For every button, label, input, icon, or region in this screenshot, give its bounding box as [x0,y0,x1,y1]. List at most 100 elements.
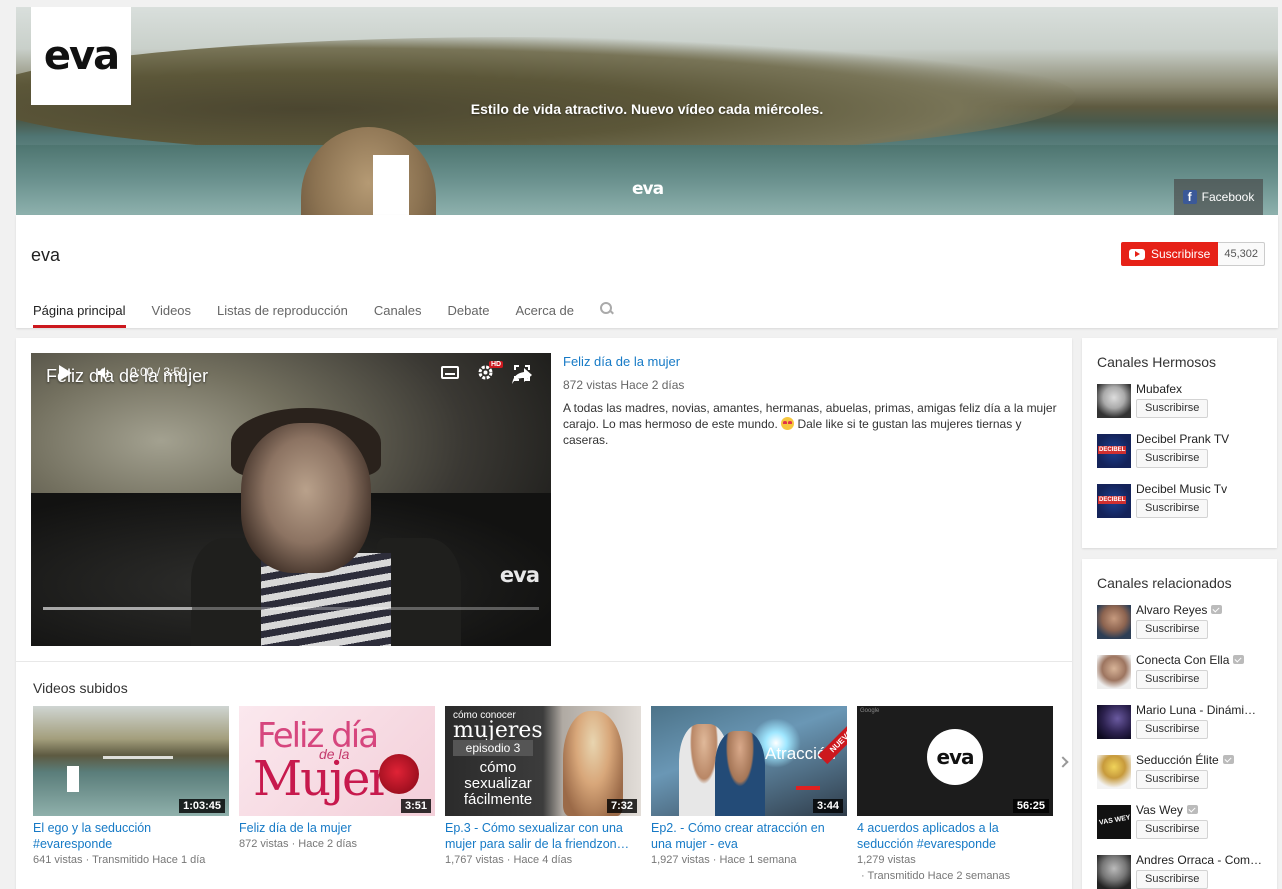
video-thumbnail[interactable]: Google eva 56:25 [857,706,1053,816]
video-meta: 1,279 vistas [857,854,916,866]
tab-videos[interactable]: Videos [152,297,192,328]
video-title[interactable]: Feliz día de la mujer [239,820,435,836]
featured-video-meta: 872 vistas Hace 2 días [563,378,685,392]
related-channels-title: Canales relacionados [1097,575,1232,591]
uploads-section-title[interactable]: Videos subidos [33,680,128,696]
tab-playlists[interactable]: Listas de reproducción [217,297,348,328]
channel-item-name[interactable]: Seducción Élite [1136,753,1234,767]
verified-icon [1186,805,1198,814]
subscribe-widget: Suscribirse 45,302 [1121,242,1266,266]
channel-item: Vas Wey Suscribirse [1097,803,1272,845]
channel-item-label: Alvaro Reyes [1136,603,1208,617]
video-card[interactable]: 1:03:45 El ego y la seducción #evarespon… [33,706,229,868]
channel-item: Mario Luna - Dinámi… Suscribirse [1097,703,1272,745]
video-title[interactable]: 4 acuerdos aplicados a la seducción #eva… [857,820,1053,852]
progress-bar[interactable] [43,607,539,610]
video-duration: 3:44 [812,799,843,813]
chevron-right-icon[interactable] [1057,756,1069,768]
avatar[interactable] [1097,384,1131,418]
avatar[interactable] [1097,605,1131,639]
video-card[interactable]: cómo conocer mujeres episodio 3 cómo sex… [445,706,641,868]
subscribe-button[interactable]: Suscribirse [1136,670,1209,689]
channel-item-name[interactable]: Vas Wey [1136,803,1198,817]
channel-name: eva [31,245,61,265]
tab-home[interactable]: Página principal [33,297,126,328]
video-meta: 641 vistas · Transmitido Hace 1 día [33,854,206,866]
video-title[interactable]: Ep.3 - Cómo sexualizar con una mujer par… [445,820,641,852]
subscribe-button[interactable]: Suscribirse [1136,449,1209,468]
player-time: 0:00 / 3:50 [130,365,187,379]
subscribe-button[interactable]: Suscribirse [1136,870,1209,889]
video-meta-secondary: · Transmitido Hace 2 semanas [861,870,1011,882]
player-face [241,423,371,573]
channel-item: Conecta Con Ella Suscribirse [1097,653,1272,695]
channel-item-name[interactable]: Mubafex [1136,382,1182,396]
thumb-tagline [103,756,173,759]
avatar[interactable] [1097,855,1131,889]
video-thumbnail[interactable]: Feliz día de la Mujer 3:51 [239,706,435,816]
logo-text: eva [936,745,974,769]
channel-logo-text: eva [43,33,120,79]
banner-tagline: Estilo de vida atractivo. Nuevo vídeo ca… [470,101,824,117]
subscribe-button[interactable]: Suscribirse [1136,399,1209,418]
avatar[interactable] [1097,484,1131,518]
facebook-link[interactable]: f Facebook [1174,179,1263,215]
video-thumbnail[interactable]: 1:03:45 [33,706,229,816]
facebook-icon: f [1182,190,1197,204]
featured-video-info: Feliz día de la mujer 872 vistas Hace 2 … [563,354,1059,448]
video-card[interactable]: Atracción NUEVO! 3:44 Ep2. - Cómo crear … [651,706,847,868]
channel-item-name[interactable]: Decibel Prank TV [1136,432,1229,446]
channel-item: Andres Orraca - Com… Suscribirse [1097,853,1272,889]
video-title[interactable]: El ego y la seducción #evaresponde [33,820,229,852]
featured-video-description: A todas las madres, novias, amantes, her… [563,400,1059,448]
avatar[interactable] [1097,705,1131,739]
channel-item-name[interactable]: Mario Luna - Dinámi… [1136,703,1256,717]
thumb-text: Feliz día [257,716,379,756]
tab-about[interactable]: Acerca de [515,297,574,328]
subscribe-button[interactable]: Suscribirse [1136,620,1209,639]
verified-icon [1233,655,1245,664]
subscribe-button[interactable]: Suscribirse [1136,720,1209,739]
thumb-text: Mujer [253,751,391,807]
channel-item-label: Vas Wey [1136,803,1183,817]
video-duration: 7:32 [606,799,637,813]
eva-logo: eva [927,729,983,785]
featured-video-player[interactable]: Feliz día de la mujer eva 0:00 / 3:50 HD [31,353,551,646]
channel-item-name[interactable]: Andres Orraca - Com… [1136,853,1262,867]
subscribe-button[interactable]: Suscribirse [1136,770,1209,789]
volume-icon[interactable] [97,366,111,380]
progress-loaded [43,607,192,610]
video-duration: 1:03:45 [179,799,225,813]
channel-item-name[interactable]: Alvaro Reyes [1136,603,1223,617]
banner-watermark: eva [632,179,664,199]
video-thumbnail[interactable]: cómo conocer mujeres episodio 3 cómo sex… [445,706,641,816]
featured-video-title[interactable]: Feliz día de la mujer [563,354,1059,369]
video-title[interactable]: Ep2. - Cómo crear atracción en una mujer… [651,820,847,852]
avatar[interactable] [1097,805,1131,839]
video-duration: 3:51 [400,799,431,813]
avatar[interactable] [1097,434,1131,468]
captions-icon[interactable] [441,366,459,379]
channel-item-name[interactable]: Conecta Con Ella [1136,653,1245,667]
avatar[interactable] [1097,755,1131,789]
banner-hill [16,37,1076,157]
fullscreen-icon[interactable] [514,365,530,381]
heart-eyes-emoji-icon [781,417,795,430]
video-card[interactable]: Google eva 56:25 4 acuerdos aplicados a … [857,706,1053,884]
search-icon[interactable] [600,302,614,316]
channel-item: Mubafex Suscribirse [1097,382,1272,424]
subscribe-button[interactable]: Suscribirse [1136,820,1209,839]
subscribe-button[interactable]: Suscribirse [1136,499,1209,518]
play-icon[interactable] [59,365,72,381]
video-thumbnail[interactable]: Atracción NUEVO! 3:44 [651,706,847,816]
channel-item-name[interactable]: Decibel Music Tv [1136,482,1227,496]
facebook-label: Facebook [1201,190,1255,204]
tab-discussion[interactable]: Debate [448,297,490,328]
thumb-blur-box [67,766,79,792]
tab-channels[interactable]: Canales [374,297,422,328]
avatar[interactable] [1097,655,1131,689]
banner-blur-box [373,155,409,215]
subscribe-button[interactable]: Suscribirse [1121,242,1219,266]
video-card[interactable]: Feliz día de la Mujer 3:51 Feliz día de … [239,706,435,852]
channel-avatar[interactable]: eva [31,7,131,105]
